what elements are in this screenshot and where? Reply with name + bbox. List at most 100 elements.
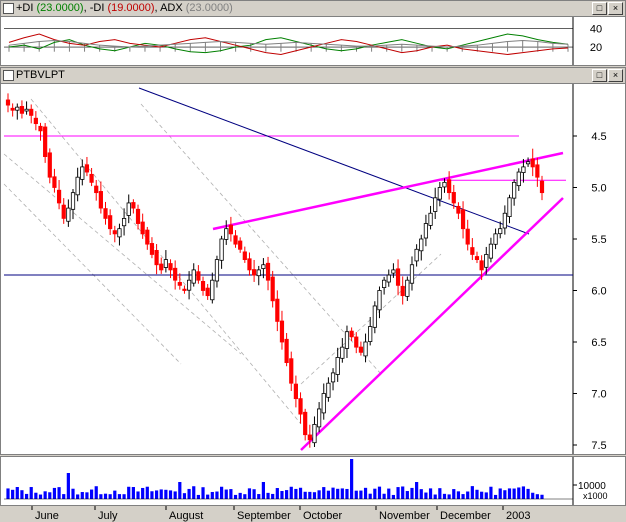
candle-body: [437, 187, 442, 200]
window-menu-icon[interactable]: [3, 3, 14, 14]
window-menu-icon[interactable]: [3, 70, 14, 81]
indicator-chart: 40 20: [4, 17, 602, 65]
downtrend-line: [138, 87, 530, 235]
candle-body: [428, 212, 433, 226]
volume-bar: [312, 492, 317, 499]
volume-bar: [456, 491, 461, 499]
upper-channel-line: [212, 151, 564, 231]
volume-bar: [438, 488, 442, 499]
candle-body: [391, 269, 396, 274]
candle-body: [261, 264, 266, 269]
candle-body: [507, 197, 512, 218]
price-titlebar[interactable]: PTBVLPT □ ×: [1, 68, 625, 84]
volume-bar: [145, 486, 149, 499]
volume-bar: [493, 494, 498, 499]
candle-body: [284, 338, 289, 364]
x-tick-label: June: [35, 510, 59, 522]
candle-body: [368, 326, 373, 342]
volume-bar: [173, 491, 177, 499]
volume-bar: [15, 487, 19, 499]
volume-bar: [373, 488, 377, 499]
volume-bar: [526, 488, 530, 499]
candle-body: [224, 228, 229, 240]
candle-body: [200, 280, 206, 291]
volume-bar: [261, 482, 265, 499]
x-tick-label: August: [169, 510, 203, 522]
volume-bar: [6, 488, 10, 499]
candle-body: [382, 279, 387, 289]
candle-body: [321, 393, 326, 414]
candle-body: [419, 238, 424, 252]
candle-body: [168, 263, 173, 271]
maximize-button[interactable]: □: [592, 69, 607, 82]
candle-body: [289, 358, 294, 384]
channel-line: [3, 183, 182, 365]
candle-body: [303, 411, 308, 436]
volume-bar: [424, 492, 428, 499]
volume-bar: [368, 493, 372, 499]
candle-body: [363, 341, 368, 357]
close-button[interactable]: ×: [608, 69, 623, 82]
candle-body: [516, 171, 521, 187]
candle-body: [33, 117, 38, 125]
volume-bar: [127, 486, 131, 499]
volume-bar: [363, 487, 368, 499]
volume-bar: [340, 488, 344, 499]
close-button[interactable]: ×: [608, 2, 623, 15]
volume-bar: [103, 493, 108, 499]
volume-bar: [168, 490, 173, 499]
price-window[interactable]: PTBVLPT □ × 7.5 7.0 6.5 6.0 5.5 5.0 4.5: [0, 67, 626, 455]
candle-body: [5, 99, 11, 106]
candle-body: [395, 268, 401, 286]
volume-chart: 10000x1000: [4, 457, 608, 505]
volume-bar: [224, 489, 228, 499]
volume-bar: [405, 491, 409, 499]
indicator-legend: +DI (23.0000), -DI (19.0000), ADX (23.00…: [16, 2, 233, 14]
candle-body: [80, 166, 85, 180]
volume-bar: [447, 494, 451, 499]
candle-body: [70, 192, 76, 210]
candle-body: [140, 221, 145, 235]
candle-body: [15, 106, 20, 111]
volume-bar: [480, 491, 484, 499]
volume-bar: [507, 488, 512, 499]
indicator-titlebar[interactable]: +DI (23.0000), -DI (19.0000), ADX (23.00…: [1, 1, 625, 17]
candle-body: [265, 262, 271, 281]
candle-body: [159, 263, 164, 271]
series-line-adx: [8, 40, 569, 48]
candle-body: [405, 279, 410, 297]
volume-window[interactable]: 10000 x1000: [0, 456, 626, 506]
volume-bar: [336, 488, 340, 499]
volume-bar: [141, 487, 145, 499]
candle-body: [214, 259, 220, 282]
volume-bar: [136, 491, 140, 499]
y-tick-label: 7.5: [591, 440, 606, 452]
maximize-button[interactable]: □: [592, 2, 607, 15]
volume-bar: [317, 490, 321, 499]
candle-body: [442, 181, 447, 188]
candle-body: [423, 223, 429, 239]
volume-bar: [220, 486, 224, 499]
volume-bar: [182, 493, 187, 499]
candle-body: [98, 191, 103, 209]
candle-body: [252, 269, 257, 276]
volume-bar: [391, 494, 396, 499]
adx-label: ADX: [160, 2, 183, 14]
date-axis: June July August September October November De…: [31, 506, 530, 522]
volume-bar: [521, 486, 526, 499]
volume-bar: [540, 494, 544, 499]
candle-body: [94, 185, 99, 194]
volume-bar: [99, 494, 103, 499]
candle-body: [210, 279, 215, 301]
volume-bar: [428, 488, 433, 499]
volume-bar: [122, 494, 126, 499]
volume-bar: [243, 494, 247, 499]
candle-body: [372, 305, 377, 328]
indicator-window[interactable]: +DI (23.0000), -DI (19.0000), ADX (23.00…: [0, 0, 626, 66]
volume-bar: [85, 492, 89, 499]
volume-bar: [52, 487, 57, 499]
price-chart: 7.5 7.0 6.5 6.0 5.5 5.0 4.5: [3, 84, 607, 454]
volume-bar: [377, 486, 382, 499]
candle-body: [247, 258, 252, 271]
volume-bar: [210, 491, 214, 499]
